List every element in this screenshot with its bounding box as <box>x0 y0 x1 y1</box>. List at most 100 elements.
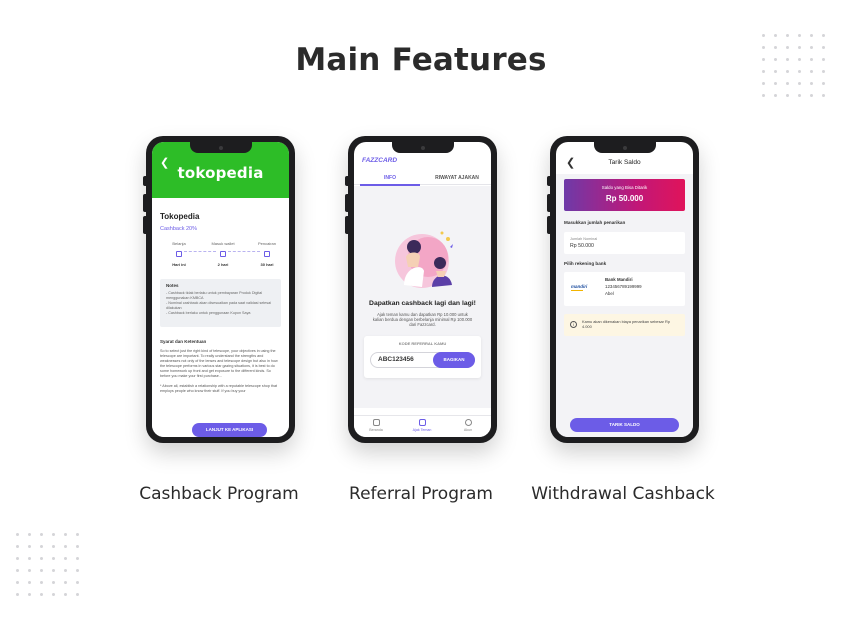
decorative-dot <box>64 533 67 536</box>
bank-account-option[interactable]: mandiri Bank Mandiri 123456789199999 Abe… <box>564 272 685 306</box>
bank-account-holder: Abel <box>605 291 614 296</box>
nav-account[interactable]: Akun <box>450 419 486 432</box>
decorative-dot <box>798 34 801 37</box>
decorative-dot <box>28 593 31 596</box>
info-icon: i <box>570 321 577 328</box>
decorative-dot <box>786 58 789 61</box>
decorative-dot <box>40 533 43 536</box>
decorative-dot <box>822 34 825 37</box>
tab-referral-history[interactable]: RIWAYAT AJAKAN <box>424 175 490 181</box>
nav-home[interactable]: Beranda <box>358 419 394 432</box>
decorative-dot <box>16 581 19 584</box>
note-item: - Nominal cashback akan disesuaikan pada… <box>166 301 271 310</box>
timeline-step: Pencairan 30 hari <box>250 241 284 267</box>
decorative-dot <box>52 569 55 572</box>
withdraw-screen: ❮ Tarik Saldo Saldo yang Bisa Ditarik Rp… <box>556 142 693 437</box>
feature-caption: Cashback Program <box>139 484 299 504</box>
cart-icon <box>176 251 182 257</box>
step-value: Hari ini <box>172 262 186 267</box>
phone-mockup-referral: FAZZCARD INFO RIWAYAT AJAKAN Dapatkan ca… <box>345 136 497 443</box>
withdraw-button[interactable]: TARIK SALDO <box>570 418 679 432</box>
tab-info[interactable]: INFO <box>360 175 420 181</box>
decorative-dot <box>16 569 19 572</box>
referral-code-field[interactable]: ABC123456 BAGIKAN <box>370 352 475 368</box>
nav-invite-friends[interactable]: Ajak Teman <box>404 419 440 432</box>
cashout-icon <box>264 251 270 257</box>
decorative-dot <box>40 593 43 596</box>
step-value: 2 hari <box>217 262 229 267</box>
note-item: - Cashback tidak berlaku untuk pembayara… <box>166 291 263 300</box>
phone-mockup-withdraw: ❮ Tarik Saldo Saldo yang Bisa Ditarik Rp… <box>547 136 699 443</box>
fazzcard-logo: FAZZCARD <box>362 157 398 164</box>
balance-card: Saldo yang Bisa Ditarik Rp 50.000 <box>564 179 685 211</box>
decorative-dot <box>28 557 31 560</box>
nav-label: Beranda <box>369 428 383 432</box>
decorative-dot <box>810 34 813 37</box>
continue-to-app-button[interactable]: LANJUT KE APLIKASI <box>192 423 267 437</box>
fee-info-text: Kamu akan dikenakan biaya penarikan sebe… <box>582 319 671 329</box>
friends-illustration <box>395 231 453 288</box>
terms-title: Syarat dan Ketentuan <box>160 339 207 344</box>
page-title: Main Features <box>295 42 547 78</box>
share-button[interactable]: BAGIKAN <box>433 352 475 368</box>
amount-field[interactable]: Jumlah Nominal Rp 50.000 <box>564 232 685 254</box>
cashback-screen: ❮ tokopedia Tokopedia Cashback 20% Belan… <box>152 142 289 437</box>
decorative-dot <box>52 557 55 560</box>
decorative-dot <box>762 34 765 37</box>
decorative-dot <box>822 82 825 85</box>
decorative-dot <box>774 58 777 61</box>
notes-box: Notes - Cashback tidak berlaku untuk pem… <box>160 279 281 327</box>
decorative-dot <box>762 94 765 97</box>
screen-title: Tarik Saldo <box>608 159 641 166</box>
note-item: - Cashback berlaku untuk penggunaan Kupo… <box>166 311 251 315</box>
decorative-dot <box>774 70 777 73</box>
decorative-dot <box>810 94 813 97</box>
referral-code-value: ABC123456 <box>378 356 414 363</box>
decorative-dot <box>810 58 813 61</box>
decorative-dot <box>822 70 825 73</box>
decorative-dot <box>822 94 825 97</box>
decorative-dot <box>774 34 777 37</box>
decorative-dot <box>798 58 801 61</box>
decorative-dot <box>16 533 19 536</box>
referral-code-card: KODE REFERRAL KAMU ABC123456 BAGIKAN <box>364 336 481 378</box>
referral-heading: Dapatkan cashback lagi dan lagi! <box>369 300 476 307</box>
tab-bar: INFO RIWAYAT AJAKAN <box>354 171 491 185</box>
terms-body: So to select just the right kind of tele… <box>160 349 281 394</box>
decorative-dot <box>822 46 825 49</box>
referral-code-label: KODE REFERRAL KAMU <box>398 341 447 346</box>
decorative-dot <box>798 46 801 49</box>
decorative-dot-grid <box>16 533 79 596</box>
decorative-dot <box>28 581 31 584</box>
decorative-dot <box>822 58 825 61</box>
decorative-dot <box>774 82 777 85</box>
feature-caption: Withdrawal Cashback <box>531 484 715 504</box>
amount-section-title: Masukkan jumlah penarikan <box>564 220 626 225</box>
decorative-dot <box>64 557 67 560</box>
decorative-dot <box>28 569 31 572</box>
nav-label: Ajak Teman <box>412 428 432 432</box>
decorative-dot <box>64 593 67 596</box>
amount-field-label: Jumlah Nominal <box>570 237 598 241</box>
referral-screen: FAZZCARD INFO RIWAYAT AJAKAN Dapatkan ca… <box>354 142 491 437</box>
referral-description: Ajak teman kamu dan dapatkan Rp 10.000 u… <box>372 312 473 328</box>
decorative-dot <box>16 557 19 560</box>
decorative-dot <box>52 545 55 548</box>
step-label: Belanja <box>172 241 186 246</box>
amount-field-value: Rp 50.000 <box>570 243 594 249</box>
decorative-dot <box>786 70 789 73</box>
tokopedia-logo: tokopedia <box>177 164 264 182</box>
nav-label: Akun <box>463 428 473 432</box>
fee-info-banner: i Kamu akan dikenakan biaya penarikan se… <box>564 314 685 336</box>
decorative-dot <box>76 533 79 536</box>
bank-section-title: Pilih rekening bank <box>564 261 607 266</box>
bank-account-number: 123456789199999 <box>605 284 642 289</box>
notes-title: Notes <box>166 283 179 288</box>
bottom-navigation: Beranda Ajak Teman Akun <box>354 415 491 437</box>
wallet-icon <box>220 251 226 257</box>
decorative-dot <box>40 557 43 560</box>
step-label: Pencairan <box>257 241 276 246</box>
decorative-dot <box>798 70 801 73</box>
mandiri-logo: mandiri <box>571 284 588 291</box>
merchant-name: Tokopedia <box>160 212 200 221</box>
